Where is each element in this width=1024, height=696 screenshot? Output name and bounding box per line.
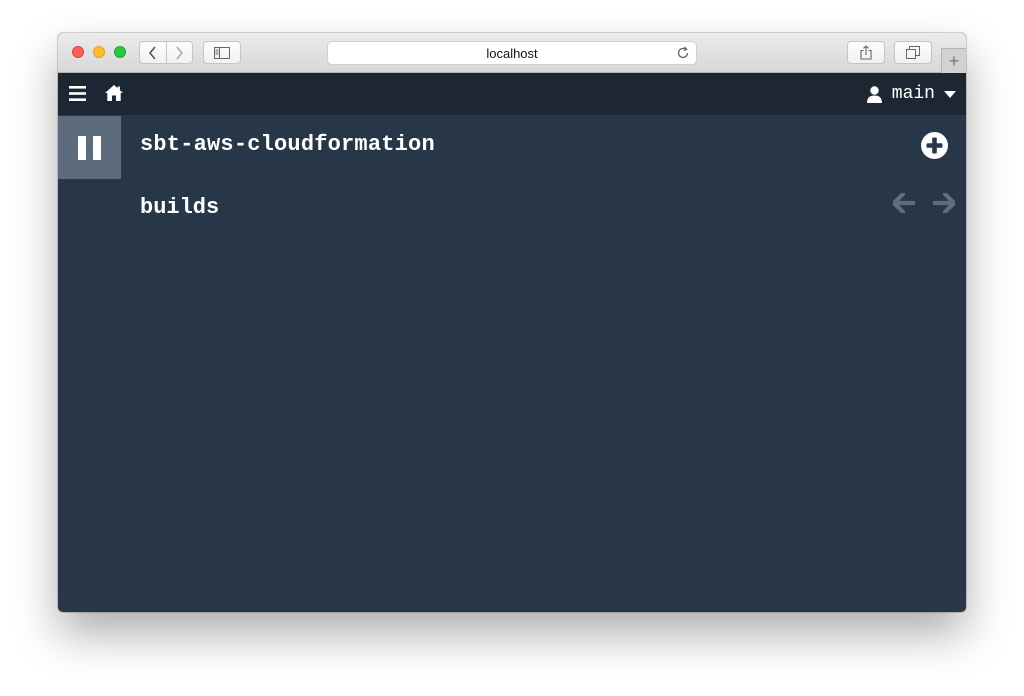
caret-down-icon — [944, 90, 956, 98]
pipeline-name[interactable]: sbt-aws-cloudformation — [140, 132, 435, 157]
home-icon[interactable] — [105, 85, 123, 101]
close-window-button[interactable] — [72, 46, 84, 58]
browser-forward-button[interactable] — [167, 42, 193, 63]
address-bar[interactable]: localhost — [327, 41, 697, 65]
share-button[interactable] — [847, 41, 885, 64]
reload-icon[interactable] — [676, 46, 690, 60]
show-tabs-button[interactable] — [894, 41, 932, 64]
browser-titlebar: localhost + — [58, 33, 966, 73]
pause-icon — [78, 135, 101, 160]
builds-heading: builds — [140, 195, 220, 220]
zoom-window-button[interactable] — [114, 46, 126, 58]
add-circle-icon[interactable] — [921, 132, 948, 159]
user-menu[interactable]: main — [866, 83, 956, 105]
hamburger-icon[interactable] — [69, 86, 86, 101]
arrow-right-icon[interactable] — [933, 193, 955, 213]
tabs-overview-icon — [906, 46, 920, 59]
pause-pipeline-button[interactable] — [58, 116, 121, 179]
browser-back-button[interactable] — [140, 42, 167, 63]
chevron-right-icon — [176, 45, 183, 60]
chevron-left-icon — [149, 45, 156, 60]
history-nav-group — [139, 41, 193, 64]
address-text: localhost — [486, 45, 538, 61]
show-sidebar-button[interactable] — [203, 41, 241, 64]
app-top-bar: main — [58, 73, 966, 115]
plus-icon: + — [948, 51, 960, 71]
sidebar-icon — [214, 46, 230, 59]
arrow-left-icon[interactable] — [893, 193, 915, 213]
new-tab-button[interactable]: + — [941, 48, 966, 73]
user-icon — [866, 85, 882, 103]
minimize-window-button[interactable] — [93, 46, 105, 58]
browser-window: localhost + main sbt-aws-cloudformation … — [58, 33, 966, 612]
username: main — [891, 84, 935, 104]
share-icon — [860, 45, 872, 60]
